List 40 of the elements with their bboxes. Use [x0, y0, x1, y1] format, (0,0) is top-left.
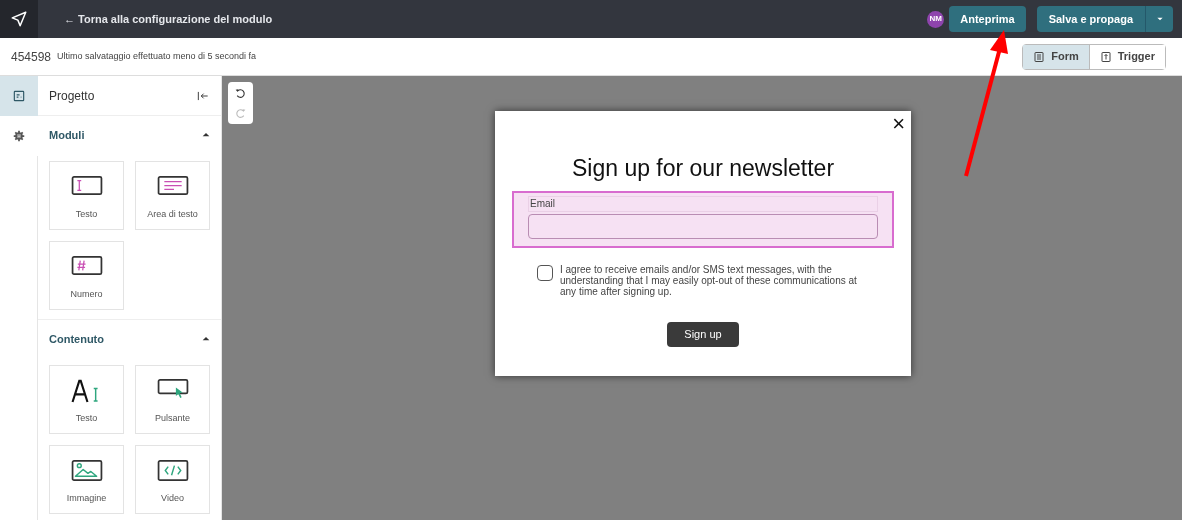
view-tab[interactable]: Trigger — [1088, 44, 1165, 69]
consent-text: I agree to receive emails and/or SMS text messages, with the understanding that I may easily opt-out of these communications at any time after signing up. — [560, 263, 858, 297]
save-button[interactable]: Salva e propaga — [1036, 6, 1145, 32]
module-tile[interactable]: Testo — [49, 161, 124, 230]
module-tile[interactable]: Area di testo — [135, 161, 210, 230]
settings-icon — [12, 129, 26, 143]
module-tile[interactable]: Pulsante — [135, 365, 210, 434]
user-avatar[interactable]: NM — [927, 10, 945, 28]
close-button[interactable]: × — [892, 112, 905, 136]
save-status: Ultimo salvataggio effettuato meno di 5 secondi fa — [57, 49, 256, 63]
module-tile[interactable]: Testo — [49, 365, 124, 434]
upload-icon — [1099, 50, 1112, 63]
undo-icon — [234, 86, 247, 100]
module-tile[interactable]: Video — [135, 445, 210, 514]
sign-up-button[interactable]: Sign up — [667, 321, 739, 347]
send-icon — [10, 10, 28, 28]
module-tile[interactable]: Numero — [49, 241, 124, 310]
list-icon — [1033, 50, 1046, 63]
module-tile[interactable]: Immagine — [49, 445, 124, 514]
panel-title: Progetto — [49, 87, 96, 105]
tile-label: Numero — [70, 287, 103, 301]
tile-label: Area di testo — [147, 207, 198, 221]
form-id: 454598 — [11, 48, 52, 66]
tile-label: Immagine — [66, 491, 107, 505]
layout-icon — [12, 89, 26, 103]
email-input[interactable] — [528, 213, 878, 239]
tile-label: Pulsante — [155, 411, 190, 425]
popup-title: Sign up for our newsletter — [571, 154, 835, 183]
back-link[interactable]: ← Torna alla configurazione del modulo — [64, 10, 273, 28]
tile-label: Testo — [75, 411, 98, 425]
caret-icon — [1155, 15, 1164, 23]
consent-checkbox[interactable] — [537, 264, 553, 281]
redo-icon — [234, 106, 247, 120]
field-label: Email — [528, 195, 878, 212]
preview-button[interactable]: Anteprima — [949, 6, 1026, 32]
section-header[interactable]: Contenuto — [38, 320, 221, 358]
view-tab[interactable]: Form — [1023, 44, 1089, 69]
section-header[interactable]: Moduli — [38, 116, 221, 154]
tile-label: Testo — [75, 207, 98, 221]
tile-label: Video — [161, 491, 184, 505]
